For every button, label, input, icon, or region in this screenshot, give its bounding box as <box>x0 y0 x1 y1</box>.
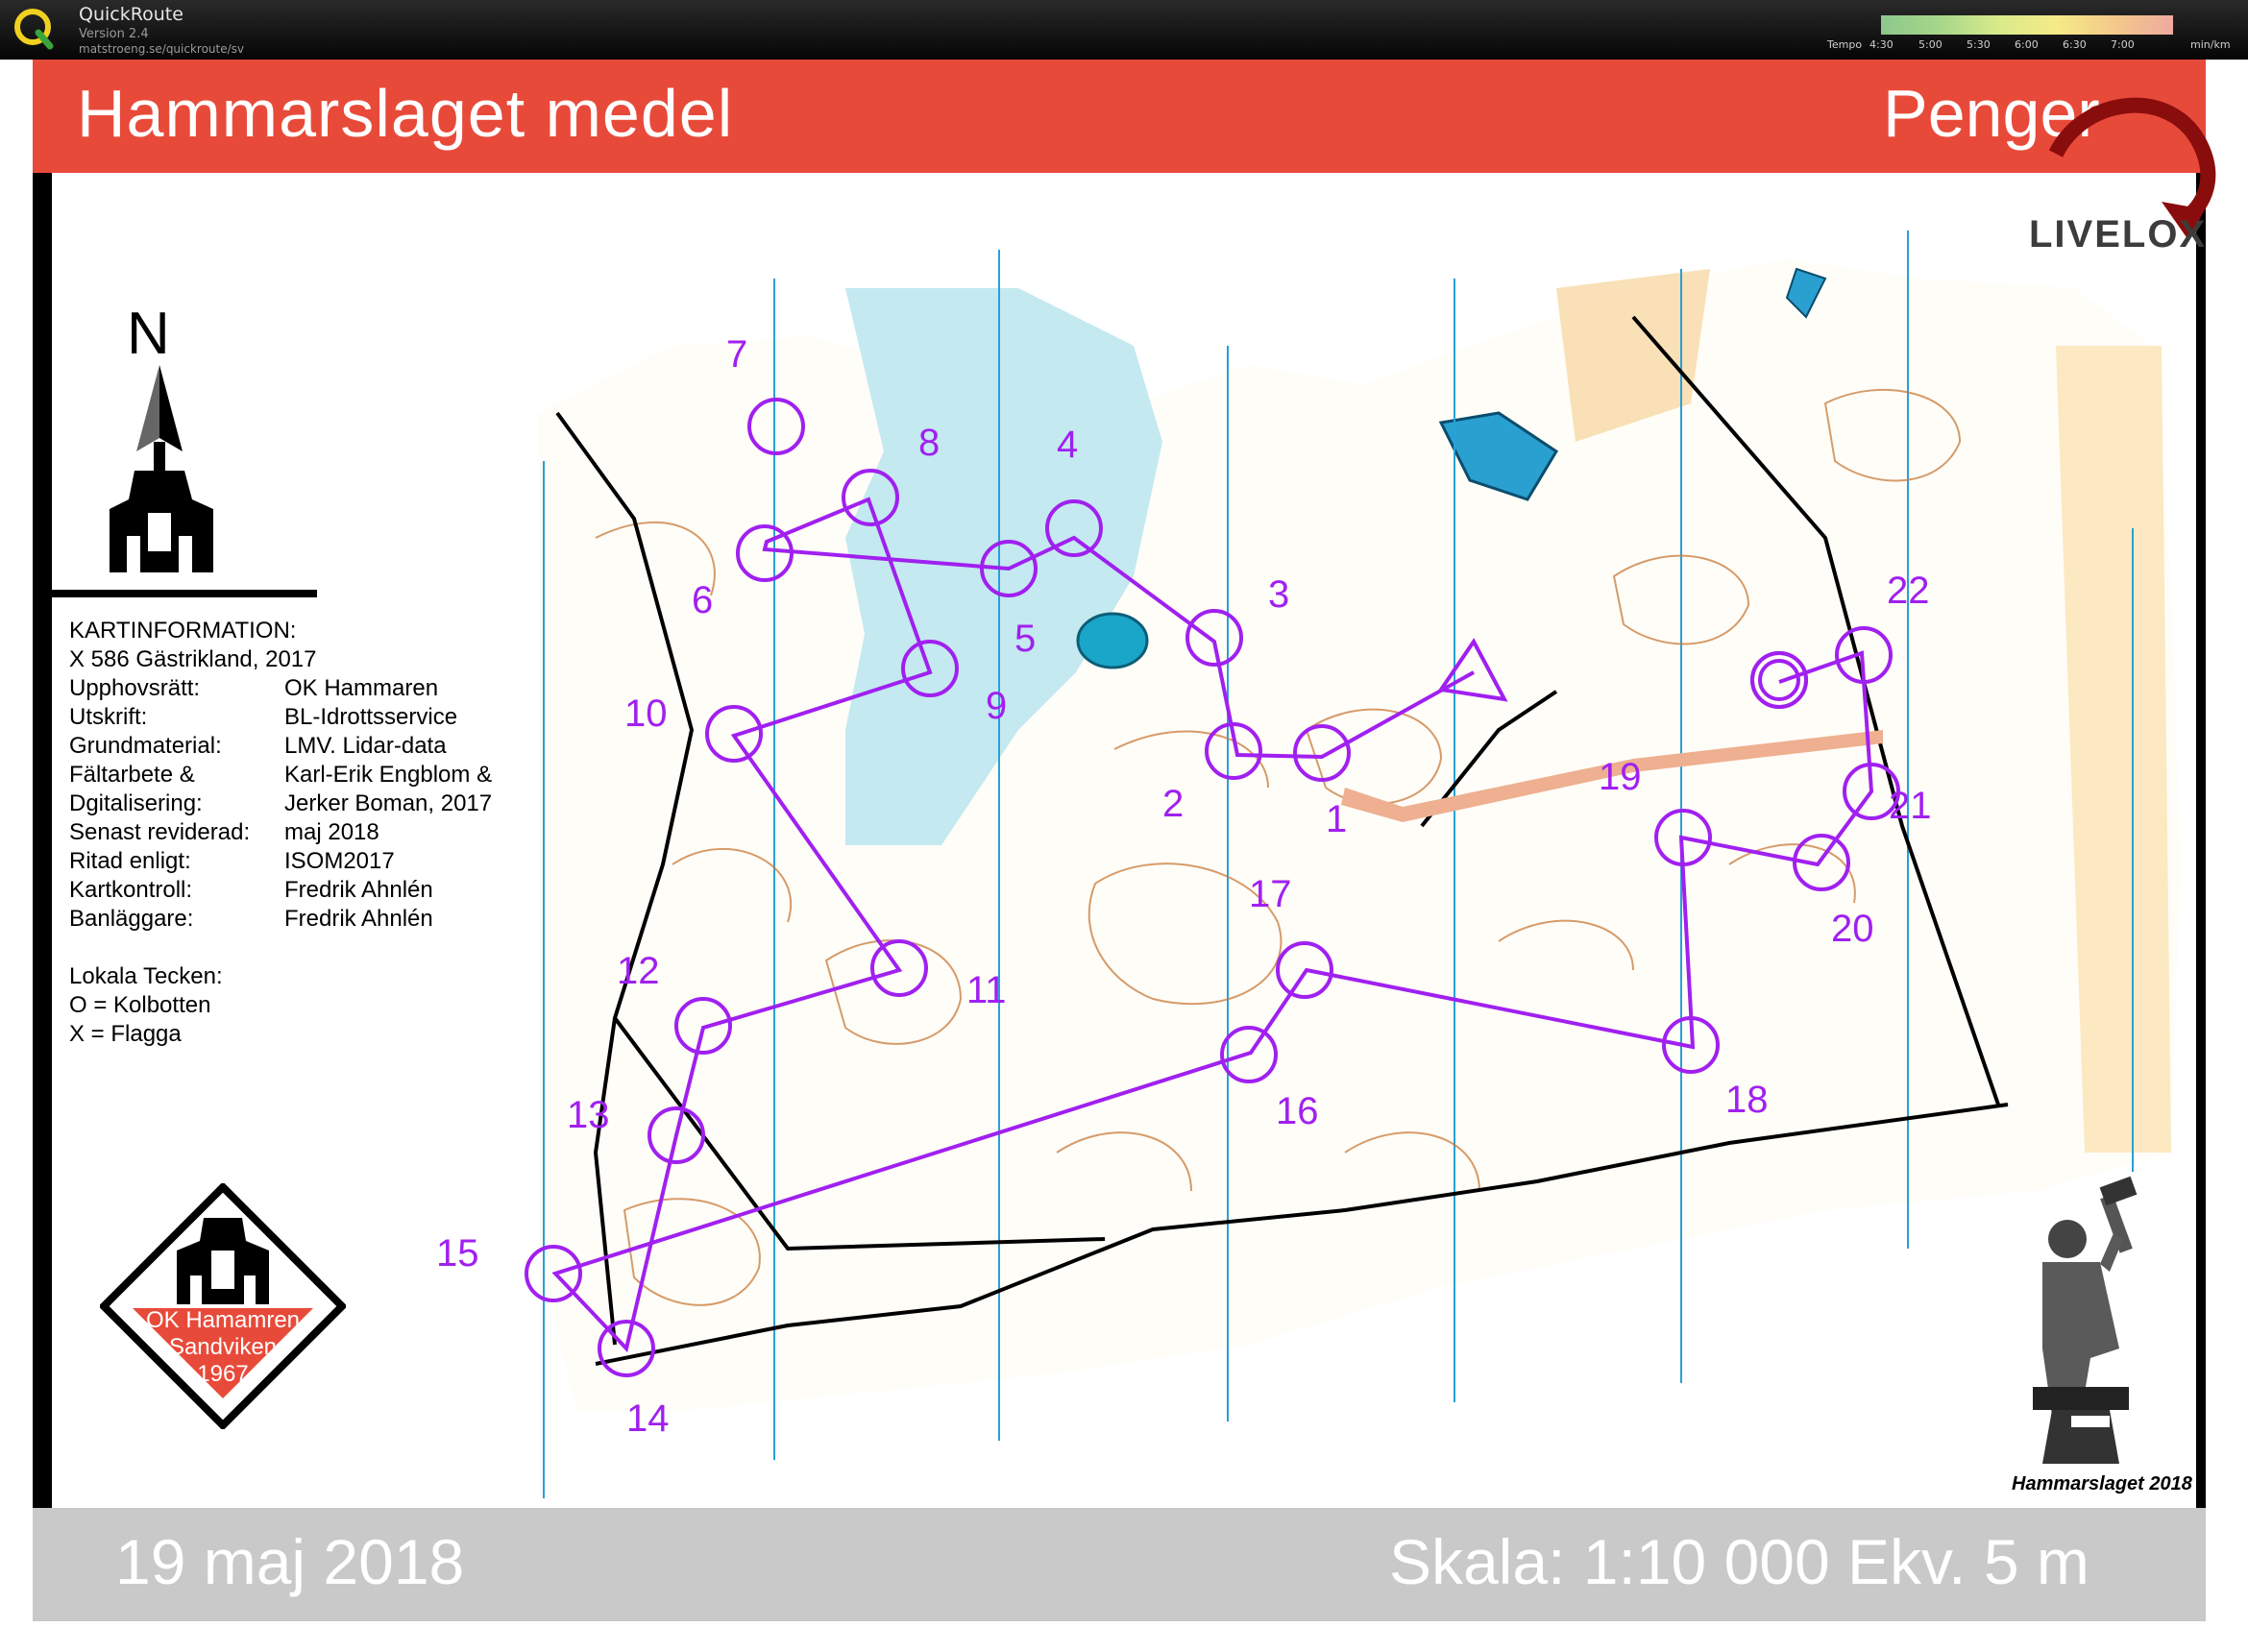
control-number: 14 <box>626 1397 670 1440</box>
info-row: Ritad enligt: ISOM2017 <box>69 847 492 876</box>
event-caption: Hammarslaget 2018 <box>2012 1473 2192 1494</box>
control-number: 11 <box>966 969 1007 1011</box>
north-label: N <box>127 301 170 367</box>
info-row: Fältarbete & Karl-Erik Engblom & <box>69 761 492 790</box>
local-symbol: O = Kolbotten <box>69 992 211 1018</box>
control-number: 10 <box>624 692 668 735</box>
lake <box>1076 612 1149 669</box>
club-town: Sandviken <box>169 1334 277 1360</box>
info-key: Dgitalisering: <box>69 790 203 816</box>
info-key: Kartkontroll: <box>69 877 193 903</box>
control-number: 7 <box>726 333 747 376</box>
info-value: LMV. Lidar-data <box>284 733 447 759</box>
local-symbol: X = Flagga <box>69 1021 182 1047</box>
control-number: 19 <box>1599 756 1642 798</box>
info-key: Senast reviderad: <box>69 819 251 845</box>
club-badge: OK Hamamren Sandviken 1967 <box>100 1183 346 1429</box>
local-symbols-heading: Lokala Tecken: <box>69 963 223 989</box>
event-date: 19 maj 2018 <box>115 1526 465 1597</box>
info-key: Utskrift: <box>69 704 148 730</box>
control-number: 17 <box>1249 873 1292 915</box>
info-heading: KARTINFORMATION: <box>69 618 297 644</box>
control-number: 6 <box>692 579 713 621</box>
info-map-id: X 586 Gästrikland, 2017 <box>69 646 317 672</box>
info-row: Senast reviderad: maj 2018 <box>69 818 492 847</box>
control-number: 13 <box>567 1094 610 1136</box>
info-value: Karl-Erik Engblom & <box>284 762 493 788</box>
info-value: maj 2018 <box>284 819 379 845</box>
control-number: 1 <box>1326 798 1347 840</box>
control-number: 18 <box>1725 1079 1769 1121</box>
info-row: Banläggare: Fredrik Ahnlén <box>69 905 492 934</box>
terrain-area <box>538 259 2181 1412</box>
info-row: Dgitalisering: Jerker Boman, 2017 <box>69 790 492 818</box>
info-value: OK Hammaren <box>284 675 439 701</box>
control-number: 21 <box>1889 785 1932 827</box>
north-divider <box>52 590 317 597</box>
control-number: 15 <box>436 1232 479 1275</box>
control-number: 20 <box>1831 908 1874 950</box>
info-row: Kartkontroll: Fredrik Ahnlén <box>69 876 492 905</box>
control-number: 2 <box>1162 783 1184 825</box>
info-row: Utskrift: BL-Idrottsservice <box>69 703 492 732</box>
info-key: Ritad enligt: <box>69 848 191 874</box>
control-number: 12 <box>617 950 660 992</box>
club-year: 1967 <box>197 1361 248 1387</box>
info-value: Fredrik Ahnlén <box>284 906 433 932</box>
info-value: Fredrik Ahnlén <box>284 877 433 903</box>
control-number: 3 <box>1268 573 1289 616</box>
info-value: Jerker Boman, 2017 <box>284 790 493 816</box>
control-number: 9 <box>986 685 1007 727</box>
livelox-wordmark: LIVELOX <box>2029 213 2208 255</box>
control-number: 22 <box>1887 570 1930 612</box>
info-value: BL-Idrottsservice <box>284 704 458 730</box>
control-number: 5 <box>1014 618 1036 660</box>
info-value: ISOM2017 <box>284 848 395 874</box>
club-name: OK Hamamren <box>146 1307 300 1333</box>
control-number: 4 <box>1057 424 1078 466</box>
control-number: 8 <box>918 422 940 464</box>
blacksmith-illustration <box>2033 1176 2138 1464</box>
info-row: Upphovsrätt: OK Hammaren <box>69 674 492 703</box>
control-number: 16 <box>1276 1090 1319 1132</box>
info-key: Grundmaterial: <box>69 733 222 759</box>
info-key: Fältarbete & <box>69 762 195 788</box>
north-arrow-icon <box>110 365 213 572</box>
map-info-block: KARTINFORMATION: X 586 Gästrikland, 2017… <box>69 617 492 1049</box>
info-key: Upphovsrätt: <box>69 675 201 701</box>
map-scale: Skala: 1:10 000 Ekv. 5 m <box>1389 1526 2089 1597</box>
info-key: Banläggare: <box>69 906 194 932</box>
info-row: Grundmaterial: LMV. Lidar-data <box>69 732 492 761</box>
